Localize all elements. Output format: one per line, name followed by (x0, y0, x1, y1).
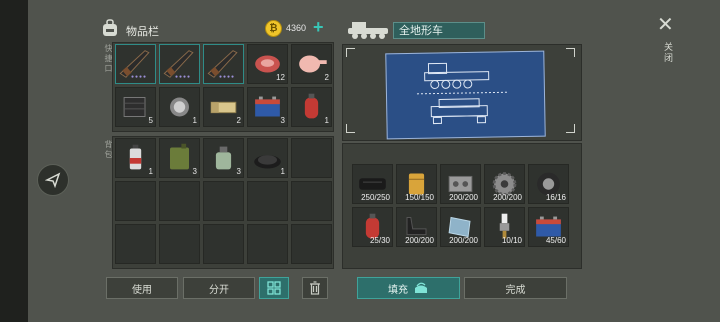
discard-button[interactable] (302, 277, 328, 299)
vehicle-blueprint (385, 50, 546, 140)
item-quantity: 2 (236, 116, 241, 125)
empty-slot[interactable] (159, 181, 200, 221)
item-quantity: 3 (280, 116, 285, 125)
item-slot[interactable]: 1 (115, 138, 156, 178)
frame-corner (346, 48, 355, 57)
part-durability: 10/10 (501, 236, 522, 245)
done-button[interactable]: 完成 (464, 277, 567, 299)
add-coins-button[interactable]: + (313, 18, 324, 36)
expand-arrow-button[interactable] (37, 164, 69, 196)
left-rail (0, 0, 28, 322)
rarity-dots: ●●●● (175, 74, 192, 80)
blueprint-drawing-icon (416, 62, 507, 125)
part-durability: 200/200 (449, 236, 478, 245)
frame-corner (566, 48, 575, 57)
part-durability: 45/60 (545, 236, 566, 245)
item-slot[interactable]: 1 (247, 138, 288, 178)
empty-slot[interactable] (203, 181, 244, 221)
part-slot[interactable]: 200/200 (440, 207, 481, 247)
part-slot[interactable]: 250/250 (352, 164, 393, 204)
empty-slot[interactable] (291, 181, 332, 221)
quick-slots-panel: ●●●● ●●●● ●●●● 12 2 5 1 2 3 1 (112, 42, 334, 132)
item-quantity: 12 (276, 73, 285, 82)
item-quantity: 3 (236, 167, 241, 176)
item-quantity: 1 (280, 167, 285, 176)
part-slot[interactable]: 16/16 (528, 164, 569, 204)
fill-label: 填充 (388, 284, 408, 296)
item-quantity: 5 (148, 116, 153, 125)
part-slot[interactable]: 10/10 (484, 207, 525, 247)
empty-slot[interactable] (115, 224, 156, 264)
fill-button[interactable]: 填充 (357, 277, 460, 299)
part-slot[interactable]: 150/150 (396, 164, 437, 204)
item-quantity: 1 (192, 116, 197, 125)
part-slot[interactable]: 25/30 (352, 207, 393, 247)
item-slot[interactable]: 2 (203, 87, 244, 127)
item-slot[interactable]: 1 (291, 87, 332, 127)
item-slot[interactable]: 3 (247, 87, 288, 127)
item-slot[interactable]: ●●●● (115, 44, 156, 84)
rarity-dots: ●●●● (219, 74, 236, 80)
empty-slot[interactable] (203, 224, 244, 264)
part-slot[interactable]: 200/200 (440, 164, 481, 204)
part-durability: 16/16 (545, 193, 566, 202)
item-slot[interactable]: 3 (159, 138, 200, 178)
coin-count: 4360 (286, 23, 307, 33)
part-durability: 250/250 (361, 193, 390, 202)
coin-icon: ₿ (265, 20, 282, 37)
part-durability: 200/200 (449, 193, 478, 202)
item-slot[interactable]: 12 (247, 44, 288, 84)
part-durability: 25/30 (369, 236, 390, 245)
part-slot[interactable]: 200/200 (396, 207, 437, 247)
empty-slot[interactable] (291, 224, 332, 264)
send-arrow-icon (45, 172, 61, 188)
item-slot[interactable]: ●●●● (159, 44, 200, 84)
fuel-fill-icon (415, 282, 427, 293)
part-durability: 200/200 (405, 236, 434, 245)
empty-slot[interactable] (115, 181, 156, 221)
empty-slot[interactable] (247, 224, 288, 264)
trash-icon (310, 281, 320, 295)
part-slot[interactable]: 200/200 (484, 164, 525, 204)
item-quantity: 1 (324, 116, 329, 125)
frame-corner (566, 124, 575, 133)
part-slot[interactable]: 45/60 (528, 207, 569, 247)
item-slot[interactable]: 5 (115, 87, 156, 127)
inventory-title: 物品栏 (126, 26, 159, 38)
item-slot[interactable]: ●●●● (203, 44, 244, 84)
empty-slot[interactable] (291, 138, 332, 178)
backpack-icon (103, 19, 117, 36)
grid-icon (267, 281, 281, 295)
item-quantity: 2 (324, 73, 329, 82)
rarity-dots: ●●●● (131, 74, 148, 80)
item-quantity: 3 (192, 167, 197, 176)
close-label: 关闭 (663, 42, 673, 64)
backpack-panel: 1 3 3 1 (112, 136, 334, 269)
parts-grid: 250/250 150/150 200/200 200/200 16/16 25/30 20… (352, 164, 569, 247)
item-slot[interactable]: 2 (291, 44, 332, 84)
frame-corner (346, 124, 355, 133)
sort-button[interactable] (259, 277, 289, 299)
item-quantity: 1 (148, 167, 153, 176)
use-button[interactable]: 使用 (106, 277, 178, 299)
close-button[interactable]: ✕ (657, 12, 674, 37)
empty-slot[interactable] (247, 181, 288, 221)
vehicle-icon (348, 22, 388, 39)
empty-slot[interactable] (159, 224, 200, 264)
item-slot[interactable]: 3 (203, 138, 244, 178)
part-durability: 200/200 (493, 193, 522, 202)
split-button[interactable]: 分开 (183, 277, 255, 299)
vehicle-name: 全地形车 (393, 22, 485, 39)
part-durability: 150/150 (405, 193, 434, 202)
item-slot[interactable]: 1 (159, 87, 200, 127)
